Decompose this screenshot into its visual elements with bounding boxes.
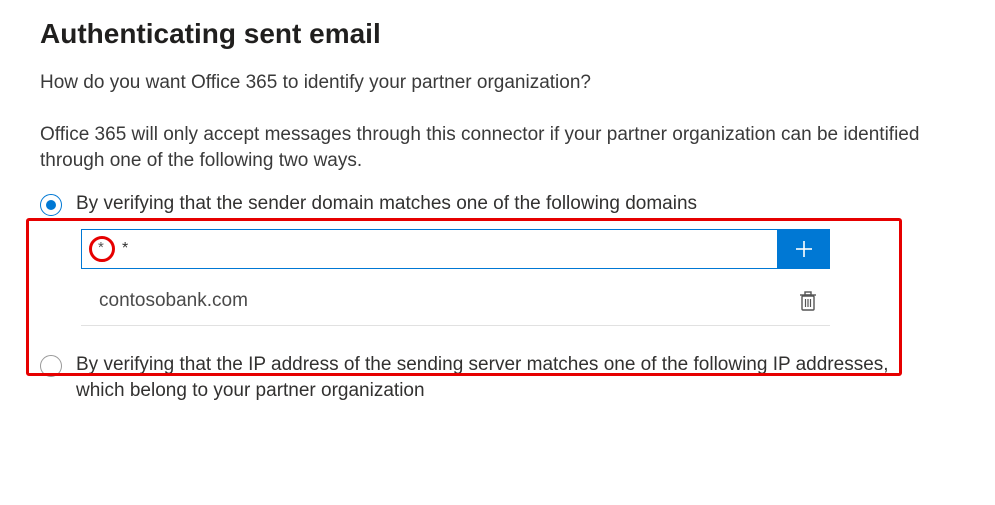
page-description: Office 365 will only accept messages thr…: [40, 122, 955, 173]
delete-domain-button[interactable]: [794, 287, 822, 315]
domain-entry: contosobank.com: [99, 290, 248, 312]
plus-icon: [793, 238, 815, 260]
domain-input-row: *: [81, 229, 955, 269]
domain-list-row: contosobank.com: [81, 269, 830, 326]
radio-domain[interactable]: [40, 194, 62, 216]
page-title: Authenticating sent email: [40, 18, 955, 50]
domain-block: * contosobank.com: [81, 229, 955, 326]
option-ip-label[interactable]: By verifying that the IP address of the …: [76, 352, 891, 403]
radio-ip[interactable]: [40, 355, 62, 377]
option-domain-row: By verifying that the sender domain matc…: [40, 191, 955, 217]
trash-icon: [798, 290, 818, 312]
option-domain-label[interactable]: By verifying that the sender domain matc…: [76, 191, 697, 217]
option-ip-row: By verifying that the IP address of the …: [40, 352, 955, 403]
page-subtitle: How do you want Office 365 to identify y…: [40, 72, 955, 94]
add-domain-button[interactable]: [778, 229, 830, 269]
domain-input[interactable]: [81, 229, 778, 269]
